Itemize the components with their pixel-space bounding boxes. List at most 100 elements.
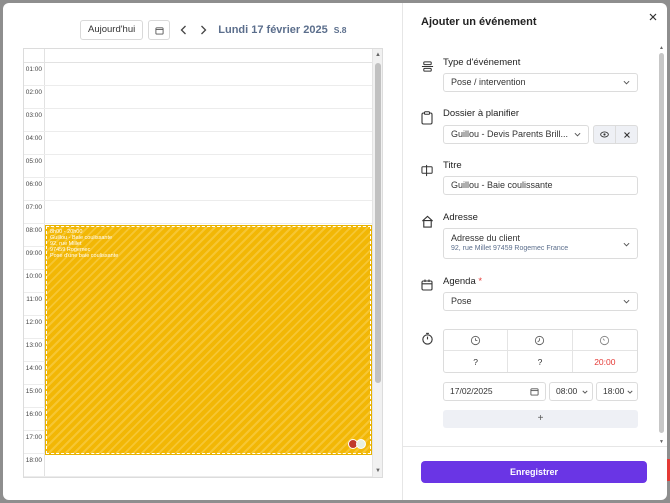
hour-label: 15:00 [25,388,42,395]
eye-icon [600,131,609,138]
hour-label: 08:00 [25,227,42,234]
panel-scrollbar[interactable]: ▲ ▼ [659,45,665,445]
title-input[interactable]: Guillou - Baie coulissante [443,176,638,195]
date-input[interactable]: 17/02/2025 [443,382,546,401]
start-time-value[interactable]: ? [444,351,509,372]
add-slot-button[interactable]: + [443,410,638,428]
hour-label: 05:00 [25,158,42,165]
avatar [356,439,366,449]
hour-label: 09:00 [25,250,42,257]
clock-end-icon [600,335,610,345]
address-label: Adresse [443,212,478,223]
event-type-select[interactable]: Pose / intervention [443,73,638,92]
end-clock-button[interactable] [572,330,637,351]
event-type-icon [420,59,434,73]
close-icon [649,13,657,21]
dossier-label: Dossier à planifier [443,108,520,119]
agenda-value: Pose [451,296,472,306]
title-value: Guillou - Baie coulissante [451,180,553,190]
hour-label: 01:00 [25,66,42,73]
agenda-select[interactable]: Pose [443,292,638,311]
hour-slot[interactable] [24,178,373,201]
signpost-icon [420,163,434,177]
close-icon [623,131,630,138]
chevron-down-icon [623,242,630,247]
clock-duration-icon [535,335,545,345]
hour-label: 13:00 [25,342,42,349]
grid-header [24,49,373,63]
scroll-down-icon[interactable]: ▼ [659,439,665,445]
chevron-down-icon [623,299,630,304]
scroll-up-icon[interactable]: ▲ [659,45,665,51]
chevron-down-icon [623,80,630,85]
required-mark: * [478,276,483,287]
event-form-panel: Ajouter un événement Type d'événement Po… [402,3,667,500]
end-time-value[interactable]: 20:00 [573,351,637,372]
calendar-icon [530,388,539,396]
clear-dossier-button[interactable] [616,126,637,143]
hour-slot[interactable] [24,155,373,178]
event-avatars [348,439,366,449]
hour-label: 17:00 [25,434,42,441]
hour-label: 02:00 [25,89,42,96]
duration-value[interactable]: ? [508,351,573,372]
hour-label: 18:00 [25,457,42,464]
close-button[interactable] [647,11,659,23]
address-primary: Adresse du client [451,233,521,243]
duration-clock-button[interactable] [508,330,573,351]
start-clock-button[interactable] [444,330,509,351]
address-select[interactable]: Adresse du client 92, rue Millet 97459 R… [443,228,638,259]
date-value: 17/02/2025 [450,386,493,396]
hour-label: 03:00 [25,112,42,119]
hour-label: 14:00 [25,365,42,372]
chevron-down-icon [627,390,633,394]
start-time-select[interactable]: 08:00 [549,382,593,401]
day-grid[interactable]: 01:00 02:00 03:00 04:00 05:00 06:00 07:00 08:00… [23,48,383,478]
calendar-icon [155,26,164,35]
next-day-button[interactable] [196,20,210,40]
prev-day-button[interactable] [176,20,190,40]
today-button[interactable]: Aujourd'hui [80,20,144,40]
clipboard-icon [420,111,434,125]
dossier-select[interactable]: Guillou - Devis Parents Brill... [443,125,589,144]
end-time-select[interactable]: 18:00 [596,382,638,401]
hour-label: 04:00 [25,135,42,142]
stopwatch-icon [420,331,434,345]
calendar-event[interactable]: 8h00 - 20h00 Guillou - Baie coulissante 92… [45,225,372,455]
date-picker-button[interactable] [148,20,171,40]
save-button[interactable]: Enregistrer [421,461,647,483]
hour-slot[interactable] [24,63,373,86]
scroll-up-icon[interactable]: ▲ [374,51,382,59]
hour-slot[interactable] [24,132,373,155]
view-dossier-button[interactable] [594,126,616,143]
event-type-value: Pose / intervention [451,77,526,87]
title-label: Titre [443,160,462,171]
grid-scrollbar[interactable]: ▲ ▼ [372,49,382,477]
hour-slot[interactable] [24,201,373,224]
chevron-left-icon [180,25,186,35]
calendar-toolbar: Aujourd'hui Lundi 17 février 2025 S.8 [80,20,346,40]
hour-label: 16:00 [25,411,42,418]
hour-label: 11:00 [26,296,42,303]
panel-title: Ajouter un événement [421,16,537,28]
hour-label: 07:00 [25,204,42,211]
scroll-down-icon[interactable]: ▼ [374,467,382,475]
end-time-text: 18:00 [603,386,625,396]
footer-divider [403,446,667,447]
hour-label: 06:00 [25,181,42,188]
hour-slot[interactable] [24,109,373,132]
week-number-label: S.8 [333,25,347,35]
scroll-thumb[interactable] [375,63,381,383]
agenda-label: Agenda * [443,276,483,287]
home-icon [420,214,434,228]
event-type-label: Type d'événement [443,57,521,68]
scroll-thumb[interactable] [659,53,664,433]
hour-slot[interactable] [24,454,373,477]
chevron-down-icon [574,132,581,137]
calendar-pane: Aujourd'hui Lundi 17 février 2025 S.8 01… [3,3,402,500]
event-line: Pose d'une baie coulissante [50,253,119,259]
dossier-value: Guillou - Devis Parents Brill... [451,129,569,139]
duration-table: ? ? 20:00 [443,329,638,373]
hour-slot[interactable] [24,86,373,109]
clock-start-icon [471,335,481,345]
